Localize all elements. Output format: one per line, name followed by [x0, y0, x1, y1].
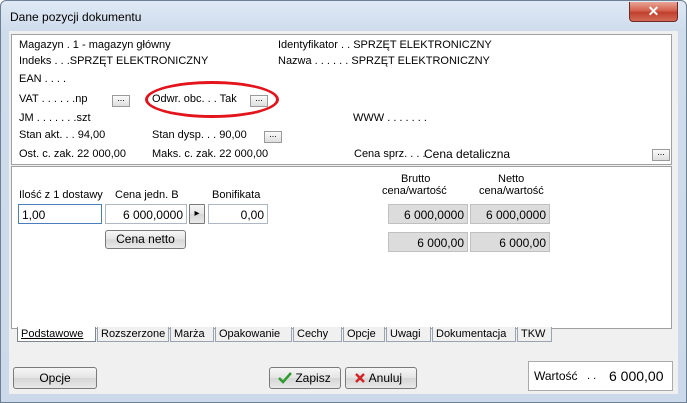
- cena-jedn-input[interactable]: 6 000,0000: [105, 204, 187, 224]
- opcje-button-label: Opcje: [39, 371, 71, 385]
- opcje-button[interactable]: Opcje: [13, 367, 97, 389]
- tab-marza[interactable]: Marża: [170, 327, 214, 342]
- tab-label: Marża: [174, 328, 205, 340]
- cena-jedn-arrow-button[interactable]: ▸: [189, 204, 205, 224]
- tab-label: Dokumentacja: [436, 328, 507, 340]
- tab-dokumentacja[interactable]: Dokumentacja: [432, 327, 516, 342]
- anuluj-button[interactable]: Anuluj: [345, 367, 417, 389]
- dialog-client: Magazyn . 1 - magazyn główny Identyfikat…: [9, 31, 678, 394]
- identyfikator-label: Identyfikator . . SPRZĘT ELEKTRONICZNY: [278, 39, 492, 51]
- brutto-wartosc-field: 6 000,00: [388, 232, 468, 252]
- tab-label: Podstawowe: [21, 328, 84, 340]
- tab-label: Uwagi: [390, 328, 421, 340]
- bonifikata-input[interactable]: 0,00: [208, 204, 268, 224]
- dialog-window: Dane pozycji dokumentu ✕ Magazyn . 1 - m…: [0, 0, 687, 403]
- brutto-subheader: cena/wartość: [382, 185, 447, 197]
- tab-tkw[interactable]: TKW: [517, 327, 552, 342]
- ost-c-zak-label: Ost. c. zak. 22 000,00: [19, 148, 127, 160]
- tab-label: Cechy: [297, 328, 329, 340]
- netto-cena-field: 6 000,0000: [470, 204, 550, 224]
- tab-rozszerzone[interactable]: Rozszerzone: [97, 327, 169, 342]
- cena-jedn-label: Cena jedn. B: [115, 189, 179, 201]
- ilosc-input[interactable]: 1,00: [18, 204, 102, 224]
- indeks-label: Indeks . . .SPRZĘT ELEKTRONICZNY: [19, 55, 209, 67]
- zapisz-button-label: Zapisz: [295, 371, 331, 385]
- ilosc-label: Ilość z 1 dostawy: [19, 189, 103, 201]
- tab-label: Opakowanie: [219, 328, 281, 340]
- info-panel: Magazyn . 1 - magazyn główny Identyfikat…: [11, 34, 672, 165]
- stan-dysp-button[interactable]: ...: [264, 130, 282, 143]
- tab-cechy[interactable]: Cechy: [293, 327, 342, 342]
- cena-netto-button[interactable]: Cena netto: [105, 230, 186, 249]
- nazwa-label: Nazwa . . . . . . SPRZĘT ELEKTRONICZNY: [278, 55, 490, 67]
- jm-label: JM . . . . . . .szt: [19, 112, 91, 124]
- tab-opcje[interactable]: Opcje: [343, 327, 385, 342]
- tab-label: Opcje: [347, 328, 376, 340]
- cena-sprz-label: Cena sprz. . . .: [354, 148, 426, 160]
- chevron-right-icon: ▸: [194, 208, 200, 219]
- ean-label: EAN . . . .: [19, 73, 67, 85]
- bonifikata-label: Bonifikata: [212, 189, 261, 201]
- window-title: Dane pozycji dokumentu: [10, 10, 142, 24]
- stan-akt-label: Stan akt. . . 94,00: [19, 129, 106, 141]
- close-button[interactable]: ✕: [629, 2, 678, 22]
- www-label: WWW . . . . . . .: [353, 112, 427, 124]
- netto-subheader: cena/wartość: [479, 185, 544, 197]
- tab-uwagi[interactable]: Uwagi: [386, 327, 431, 342]
- cena-sprz-button[interactable]: ...: [652, 148, 670, 161]
- tab-podstawowe[interactable]: Podstawowe: [17, 327, 96, 342]
- stan-dysp-label: Stan dysp. . . 90,00: [152, 129, 247, 141]
- brutto-header: Brutto: [401, 173, 431, 185]
- magazyn-label: Magazyn . 1 - magazyn główny: [19, 39, 171, 51]
- wartosc-value: 6 000,00: [609, 368, 664, 384]
- netto-header: Netto: [498, 173, 525, 185]
- tab-opakowanie[interactable]: Opakowanie: [215, 327, 292, 342]
- vat-select-button[interactable]: ...: [112, 94, 130, 107]
- vat-label: VAT . . . . . .np: [19, 93, 88, 105]
- maks-c-zak-label: Maks. c. zak. 22 000,00: [152, 148, 269, 160]
- netto-wartosc-field: 6 000,00: [470, 232, 550, 252]
- cena-sprz-value: Cena detaliczna: [424, 147, 511, 161]
- cancel-x-icon: [355, 373, 365, 383]
- tab-label: TKW: [521, 328, 546, 340]
- zapisz-button[interactable]: Zapisz: [269, 367, 341, 389]
- brutto-cena-field: 6 000,0000: [388, 204, 468, 224]
- wartosc-box: Wartość . . 6 000,00: [528, 361, 673, 391]
- wartosc-dots: . .: [587, 370, 597, 382]
- checkmark-icon: [278, 372, 292, 384]
- anuluj-button-label: Anuluj: [368, 371, 403, 385]
- wartosc-label: Wartość: [534, 369, 578, 383]
- close-icon: ✕: [647, 3, 660, 19]
- amounts-panel: Ilość z 1 dostawy Cena jedn. B Bonifikat…: [11, 166, 672, 329]
- annotation-ellipse: [145, 81, 279, 118]
- tab-label: Rozszerzone: [101, 328, 166, 340]
